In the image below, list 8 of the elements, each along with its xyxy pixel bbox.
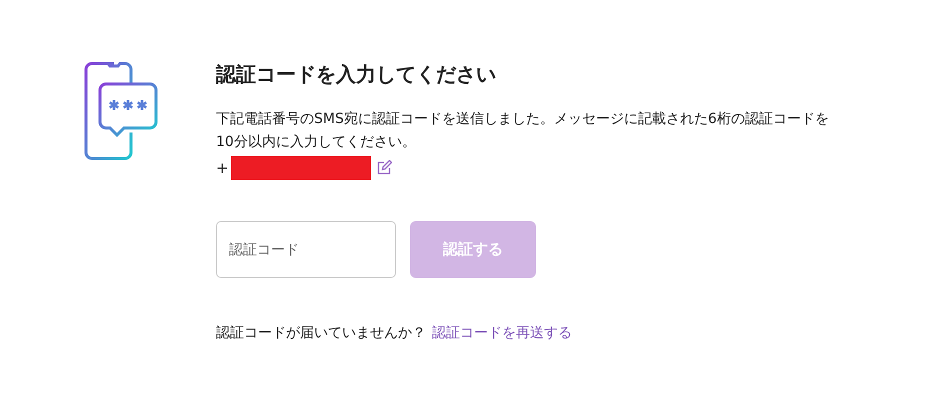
instruction-text: 下記電話番号のSMS宛に認証コードを送信しました。メッセージに記載された6桁の認証コードを10分以内に入力してください。 [216, 110, 830, 152]
phone-prefix: + [216, 159, 229, 177]
edit-icon[interactable] [376, 160, 392, 176]
resend-prompt: 認証コードが届いていませんか？ [216, 324, 426, 342]
page-title: 認証コードを入力してください [216, 62, 497, 86]
resend-link[interactable]: 認証コードを再送する [432, 324, 572, 342]
phone-message-icon [84, 62, 160, 160]
code-field[interactable]: 認証コード [216, 221, 396, 278]
